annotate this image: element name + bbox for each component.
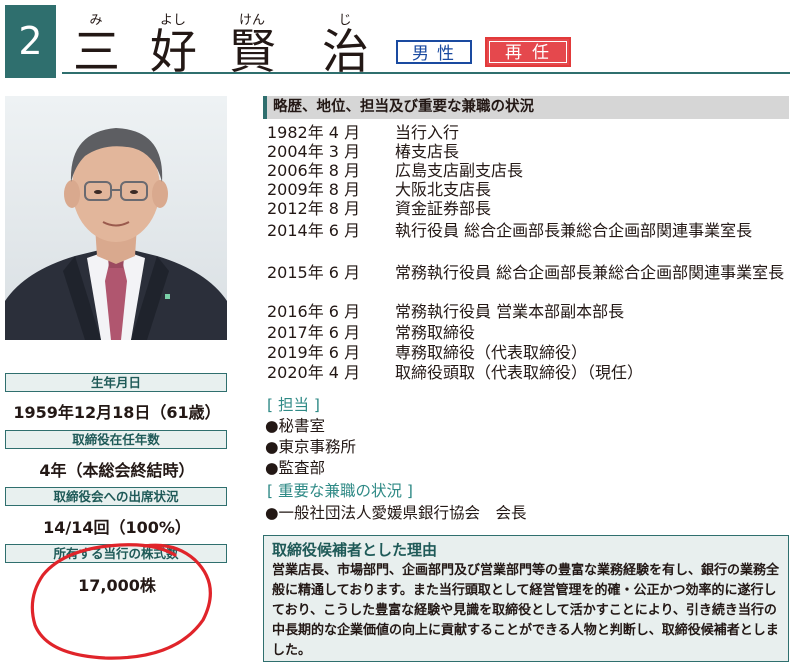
history-date: 2016年 6 月 — [267, 302, 361, 321]
tenure-value: 4年（本総会終結時） — [39, 461, 195, 480]
candidate-number: 2 — [5, 5, 56, 78]
attendance-label: 取締役会への出席状況 — [5, 487, 227, 506]
reason-title: 取締役候補者とした理由 — [272, 541, 438, 559]
history-desc: 資金証券部長 — [395, 199, 492, 218]
history-desc: 専務取締役（代表取締役） — [395, 343, 588, 362]
status-badge-label: 再任 — [489, 41, 567, 63]
gender-badge: 男性 — [396, 40, 472, 64]
name-char-2: 好 — [150, 25, 197, 80]
tenure-label: 取締役在任年数 — [5, 430, 227, 449]
handwritten-circle-annotation — [30, 543, 212, 660]
history-date: 2009年 8 月 — [267, 180, 361, 199]
history-desc: 広島支店副支店長 — [395, 161, 524, 180]
history-desc: 執行役員 総合企画部長兼総合企画部関連事業室長 — [395, 221, 753, 240]
history-date: 2020年 4 月 — [267, 363, 361, 382]
name-char-1: 三 — [73, 25, 120, 80]
history-desc: 当行入行 — [395, 123, 460, 142]
concurrent-heading: [ 重要な兼職の状況 ] — [267, 482, 413, 500]
portrait-illustration — [5, 96, 227, 340]
header-rule — [62, 72, 790, 74]
history-date: 2004年 3 月 — [267, 142, 361, 161]
history-date: 2012年 8 月 — [267, 199, 361, 218]
concurrent-item: ●一般社団法人愛媛県銀行協会 会長 — [265, 504, 527, 522]
duties-heading: [ 担当 ] — [267, 396, 320, 414]
attendance-value: 14/14回（100%） — [43, 518, 191, 537]
reason-text: 営業店長、市場部門、企画部門及び営業部門等の豊富な業務経験を有し、銀行の業務全般… — [272, 563, 780, 658]
history-desc: 大阪北支店長 — [395, 180, 492, 199]
career-heading: 略歴、地位、担当及び重要な兼職の状況 — [263, 96, 789, 119]
history-date: 1982年 4 月 — [267, 123, 361, 142]
birth-value: 1959年12月18日（61歳） — [13, 403, 221, 422]
history-date: 2014年 6 月 — [267, 221, 361, 240]
history-date: 2017年 6 月 — [267, 323, 361, 342]
duty-item: ●秘書室 — [265, 417, 326, 435]
history-desc: 椿支店長 — [395, 142, 460, 161]
history-desc: 常務執行役員 総合企画部長兼総合企画部関連事業室長 — [395, 263, 785, 282]
birth-label: 生年月日 — [5, 373, 227, 392]
duty-item: ●監査部 — [265, 459, 326, 477]
portrait-photo — [5, 96, 227, 340]
status-badge: 再任 — [485, 37, 571, 67]
history-date: 2015年 6 月 — [267, 263, 361, 282]
name-char-3: 賢 — [229, 25, 276, 80]
history-date: 2019年 6 月 — [267, 343, 361, 362]
history-date: 2006年 8 月 — [267, 161, 361, 180]
duty-item: ●東京事務所 — [265, 438, 357, 456]
history-desc: 取締役頭取（代表取締役）（現任） — [395, 363, 644, 382]
history-desc: 常務執行役員 営業本部副本部長 — [395, 302, 625, 321]
name-char-4: 治 — [322, 25, 369, 80]
history-desc: 常務取締役 — [395, 323, 476, 342]
